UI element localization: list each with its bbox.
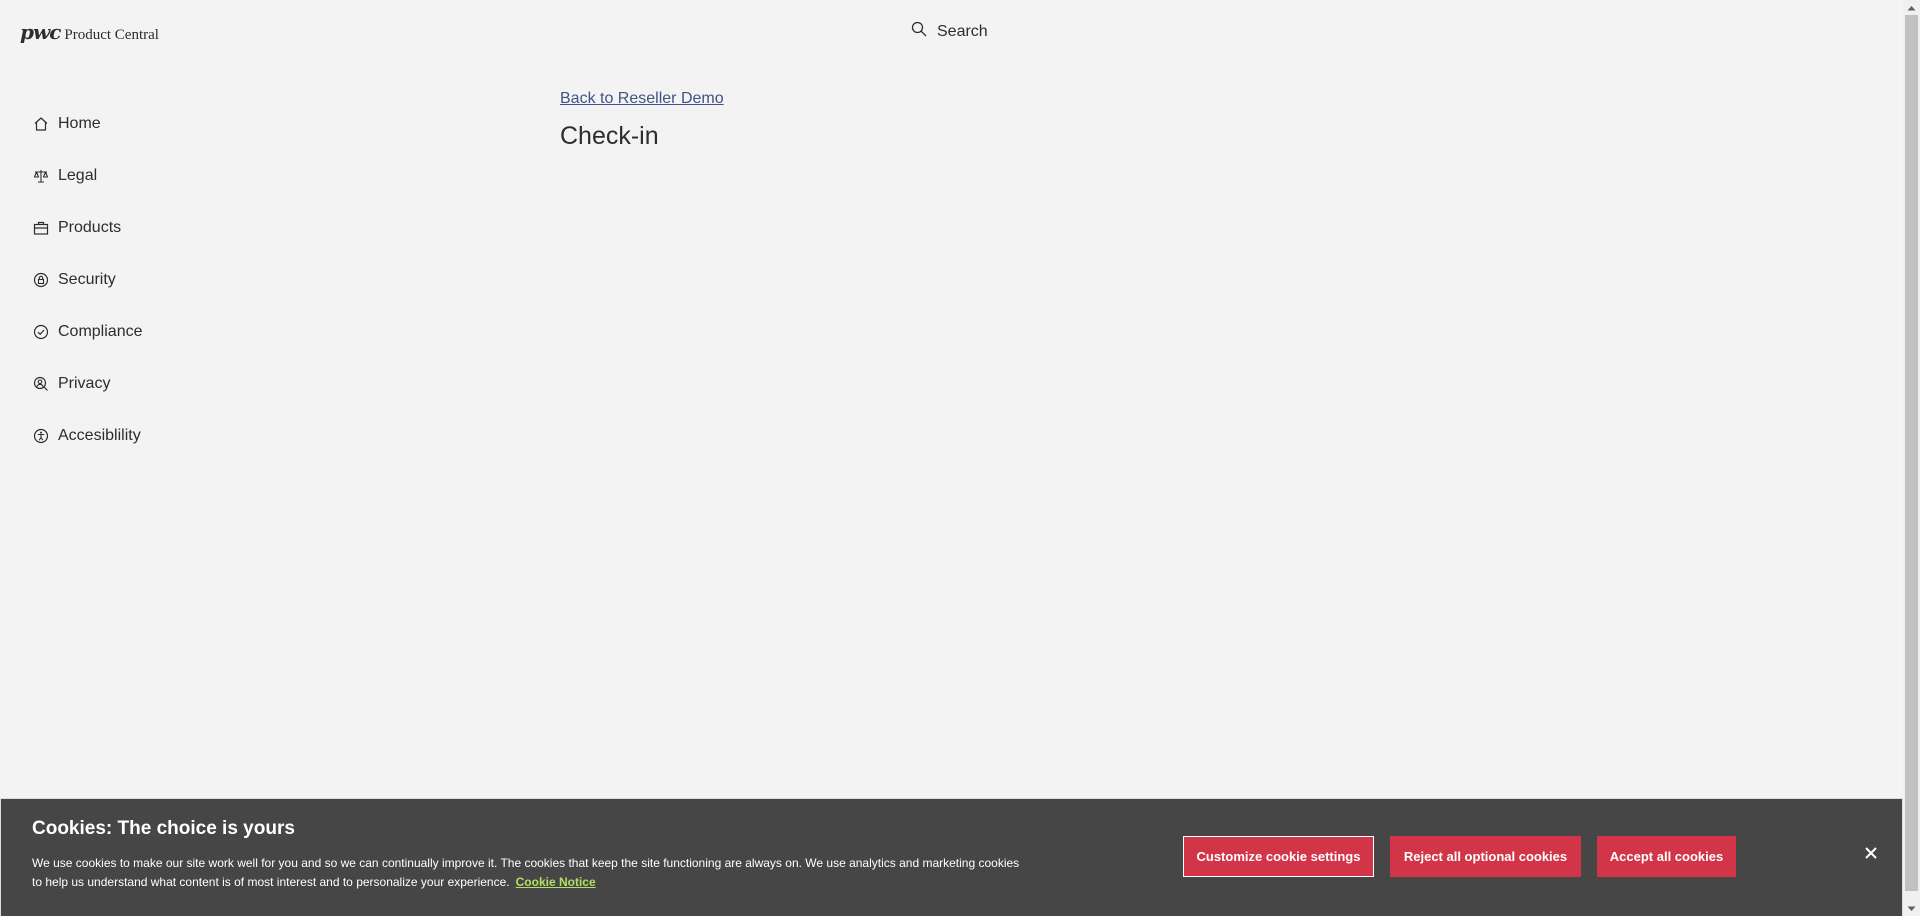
page-title: Check-in [560, 122, 659, 150]
sidebar-item-label: Accesiblility [58, 427, 141, 444]
search-icon [911, 21, 927, 42]
logo-text: Product Central [64, 27, 159, 43]
scroll-down-icon[interactable] [1903, 901, 1920, 916]
sidebar-item-privacy[interactable]: Privacy [32, 358, 142, 410]
accept-all-cookies-button[interactable]: Accept all cookies [1597, 836, 1736, 877]
sidebar-nav: Home Legal Products Security Compliance … [32, 98, 142, 462]
search-label: Search [937, 22, 988, 40]
cookie-banner-title: Cookies: The choice is yours [32, 818, 295, 839]
cookie-banner: Cookies: The choice is yours We use cook… [0, 798, 1903, 916]
close-icon[interactable] [1863, 845, 1879, 861]
shield-lock-icon [32, 271, 50, 289]
sidebar-item-security[interactable]: Security [32, 254, 142, 306]
cookie-notice-link[interactable]: Cookie Notice [516, 875, 596, 889]
user-search-icon [32, 375, 50, 393]
search-button[interactable]: Search [911, 21, 988, 42]
briefcase-icon [32, 219, 50, 237]
reject-optional-cookies-button[interactable]: Reject all optional cookies [1390, 836, 1581, 877]
scroll-up-icon[interactable] [1903, 0, 1920, 15]
sidebar-item-label: Products [58, 219, 122, 236]
sidebar-item-label: Legal [58, 167, 98, 184]
cookie-banner-text: We use cookies to make our site work wel… [32, 854, 1032, 892]
home-icon [32, 115, 50, 133]
sidebar-item-products[interactable]: Products [32, 202, 142, 254]
sidebar-item-label: Compliance [58, 323, 143, 340]
sidebar-item-label: Privacy [58, 375, 111, 392]
scrollbar-thumb[interactable] [1905, 15, 1918, 891]
logo-mark: pwc [20, 20, 61, 44]
sidebar-item-compliance[interactable]: Compliance [32, 306, 142, 358]
sidebar-item-label: Security [58, 271, 116, 288]
pwc-logo[interactable]: pwc Product Central [20, 20, 159, 44]
back-link[interactable]: Back to Reseller Demo [560, 90, 724, 108]
scales-icon [32, 167, 50, 185]
sidebar-item-home[interactable]: Home [32, 98, 142, 150]
check-circle-icon [32, 323, 50, 341]
sidebar-item-accessibility[interactable]: Accesiblility [32, 410, 142, 462]
sidebar-item-legal[interactable]: Legal [32, 150, 142, 202]
vertical-scrollbar[interactable] [1903, 0, 1920, 916]
accessibility-icon [32, 427, 50, 445]
sidebar-item-label: Home [58, 115, 101, 132]
customize-cookie-settings-button[interactable]: Customize cookie settings [1183, 836, 1374, 877]
